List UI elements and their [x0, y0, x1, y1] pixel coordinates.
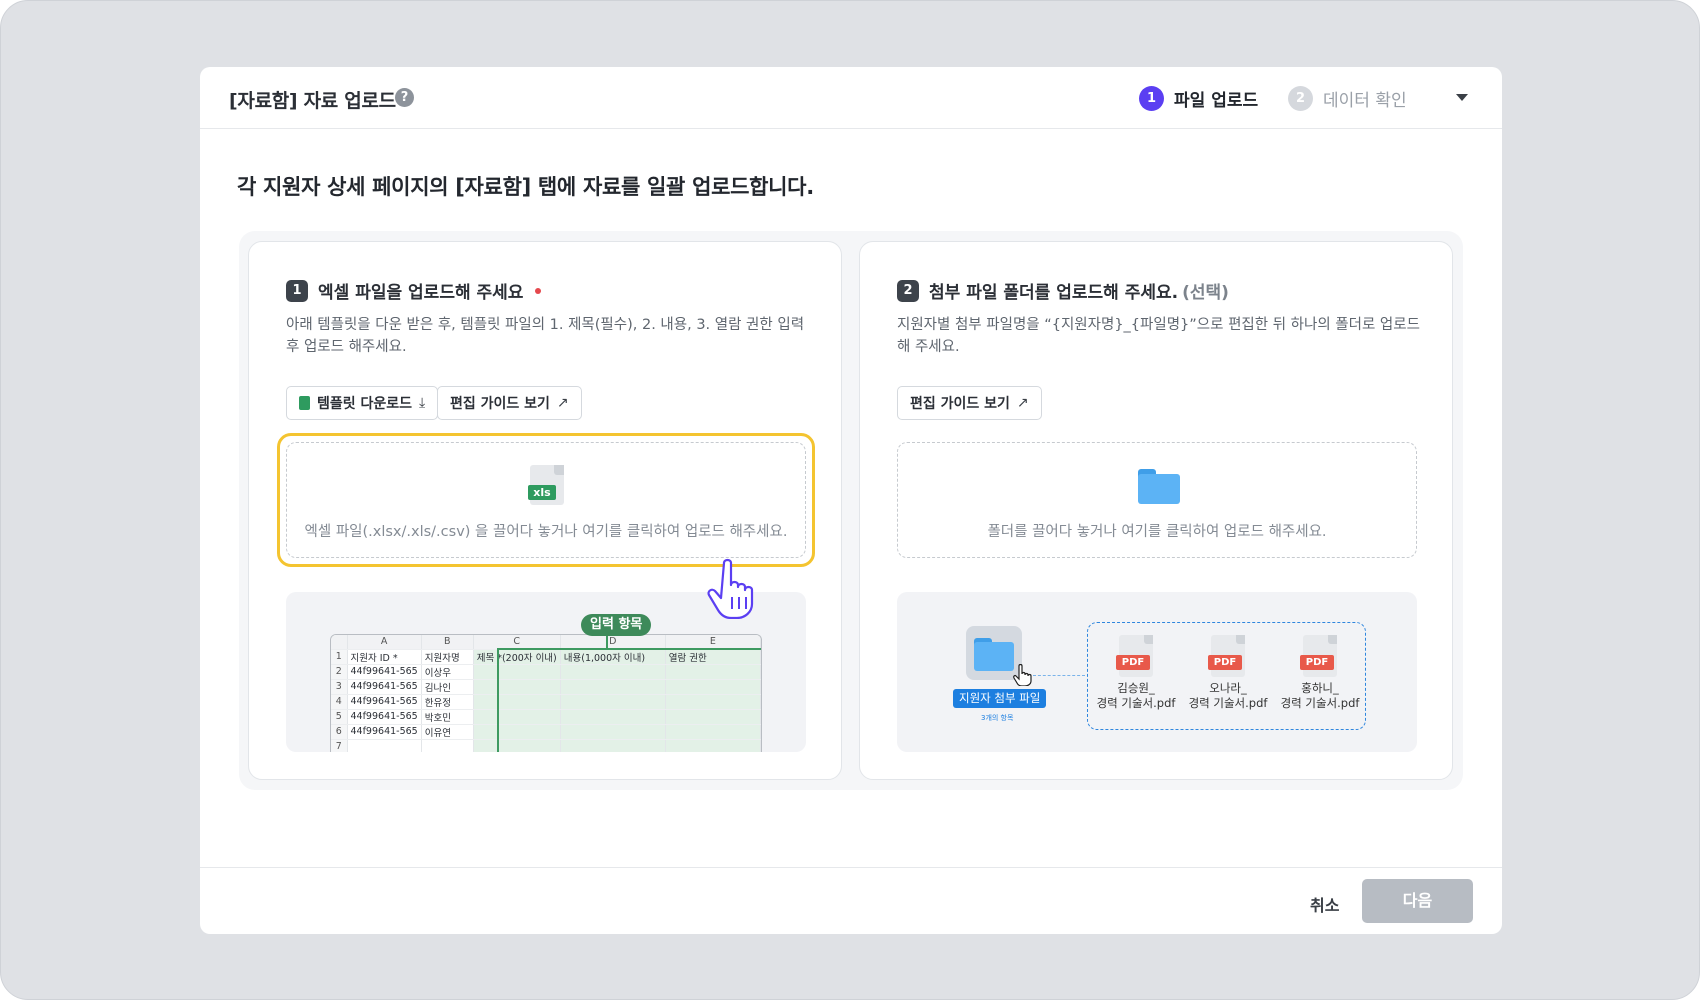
xls-file-icon: xls: [528, 465, 564, 505]
excel-title: 엑셀 파일을 업로드해 주세요: [318, 283, 524, 303]
excel-file-icon: [299, 396, 310, 410]
pdf-file-icon: PDF: [1300, 635, 1337, 677]
folder-description: 지원자별 첨부 파일명을 “{지원자명}_{파일명}”으로 편집한 뒤 하나의 …: [897, 317, 1420, 355]
card-title: 2 첨부 파일 폴더를 업로드해 주세요. (선택): [897, 278, 1229, 303]
external-link-icon: ↗: [556, 395, 569, 411]
step-number: 2: [1288, 86, 1313, 111]
input-area-frame: [497, 648, 761, 752]
step-badge: 2: [897, 279, 919, 302]
template-download-button[interactable]: 템플릿 다운로드 ⤓: [286, 386, 439, 420]
folder-dropzone[interactable]: 폴더를 끌어다 놓거나 여기를 클릭하여 업로드 해주세요.: [897, 442, 1417, 558]
pointer-hand-icon: [1013, 664, 1032, 686]
pdf-file-icon: PDF: [1116, 635, 1153, 677]
folder-title: 첨부 파일 폴더를 업로드해 주세요.: [929, 283, 1179, 303]
chevron-down-icon[interactable]: [1456, 94, 1468, 101]
excel-description: 아래 템플릿을 다운 받은 후, 템플릿 파일의 1. 제목(필수), 2. 내…: [286, 317, 805, 355]
question-icon[interactable]: ?: [395, 88, 414, 107]
spreadsheet-preview: A B C D E 1 지원자 ID * 지원자명 제목 *(200자 이내): [330, 634, 762, 752]
pdf-file-group: PDF 김승원_ 경력 기술서.pdf PDF 오나라_ 경력 기술서.pdf …: [1087, 622, 1366, 730]
pdf-file-item: PDF 홍하니_ 경력 기술서.pdf: [1280, 635, 1360, 711]
edit-guide-button[interactable]: 편집 가이드 보기 ↗: [437, 386, 582, 420]
step-data-check: 2 데이터 확인: [1288, 86, 1407, 111]
required-dot: [535, 287, 542, 294]
step-file-upload: 1 파일 업로드: [1139, 86, 1258, 111]
folder-tag: 지원자 첨부 파일: [953, 689, 1047, 708]
folder-upload-card: 2 첨부 파일 폴더를 업로드해 주세요. (선택) 지원자별 첨부 파일명을 …: [859, 241, 1453, 780]
folder-icon: [1138, 469, 1180, 504]
page-headline: 각 지원자 상세 페이지의 [자료함] 탭에 자료를 일괄 업로드합니다.: [237, 175, 814, 199]
folder-item-count: 3개의 항목: [981, 714, 1014, 722]
step-label: 데이터 확인: [1323, 91, 1407, 111]
button-label: 편집 가이드 보기: [450, 396, 550, 412]
external-link-icon: ↗: [1016, 395, 1029, 411]
pdf-file-icon: PDF: [1208, 635, 1245, 677]
xls-label: xls: [528, 485, 556, 500]
pdf-file-item: PDF 오나라_ 경력 기술서.pdf: [1188, 635, 1268, 711]
connector-line: [1033, 675, 1085, 676]
excel-upload-card: 1 엑셀 파일을 업로드해 주세요 아래 템플릿을 다운 받은 후, 템플릿 파…: [248, 241, 842, 780]
pointer-hand-icon: [707, 558, 754, 619]
modal-footer: 취소 다음: [200, 867, 1502, 934]
card-title: 1 엑셀 파일을 업로드해 주세요: [286, 278, 542, 303]
modal-header: [자료함] 자료 업로드 ? 1 파일 업로드 2 데이터 확인: [200, 67, 1502, 129]
download-icon: ⤓: [419, 395, 426, 411]
step-number: 1: [1139, 86, 1164, 111]
dropzone-text: 폴더를 끌어다 놓거나 여기를 클릭하여 업로드 해주세요.: [987, 524, 1327, 540]
button-label: 편집 가이드 보기: [910, 396, 1010, 412]
step-label: 파일 업로드: [1174, 91, 1259, 111]
pdf-file-item: PDF 김승원_ 경력 기술서.pdf: [1096, 635, 1176, 711]
modal-title: [자료함] 자료 업로드: [229, 90, 396, 112]
cancel-button[interactable]: 취소: [1298, 884, 1351, 928]
next-button[interactable]: 다음: [1362, 879, 1473, 923]
optional-label: (선택): [1182, 283, 1229, 303]
button-label: 템플릿 다운로드: [317, 396, 413, 412]
upload-modal: [자료함] 자료 업로드 ? 1 파일 업로드 2 데이터 확인 각 지원자 상…: [200, 67, 1502, 934]
pill-connector: [606, 636, 608, 648]
excel-dropzone[interactable]: xls 엑셀 파일(.xlsx/.xls/.csv) 을 끌어다 놓거나 여기를…: [286, 442, 806, 558]
input-fields-pill: 입력 항목: [581, 614, 652, 636]
screen-background: [자료함] 자료 업로드 ? 1 파일 업로드 2 데이터 확인 각 지원자 상…: [0, 0, 1700, 1000]
dropzone-text: 엑셀 파일(.xlsx/.xls/.csv) 을 끌어다 놓거나 여기를 클릭하…: [304, 524, 788, 540]
folder-edit-guide-button[interactable]: 편집 가이드 보기 ↗: [897, 386, 1042, 420]
folder-example-illustration: 지원자 첨부 파일 3개의 항목 PDF 김승원_ 경력 기술서.pdf PDF…: [897, 592, 1417, 752]
step-badge: 1: [286, 279, 308, 302]
upload-panels: 1 엑셀 파일을 업로드해 주세요 아래 템플릿을 다운 받은 후, 템플릿 파…: [239, 231, 1463, 790]
